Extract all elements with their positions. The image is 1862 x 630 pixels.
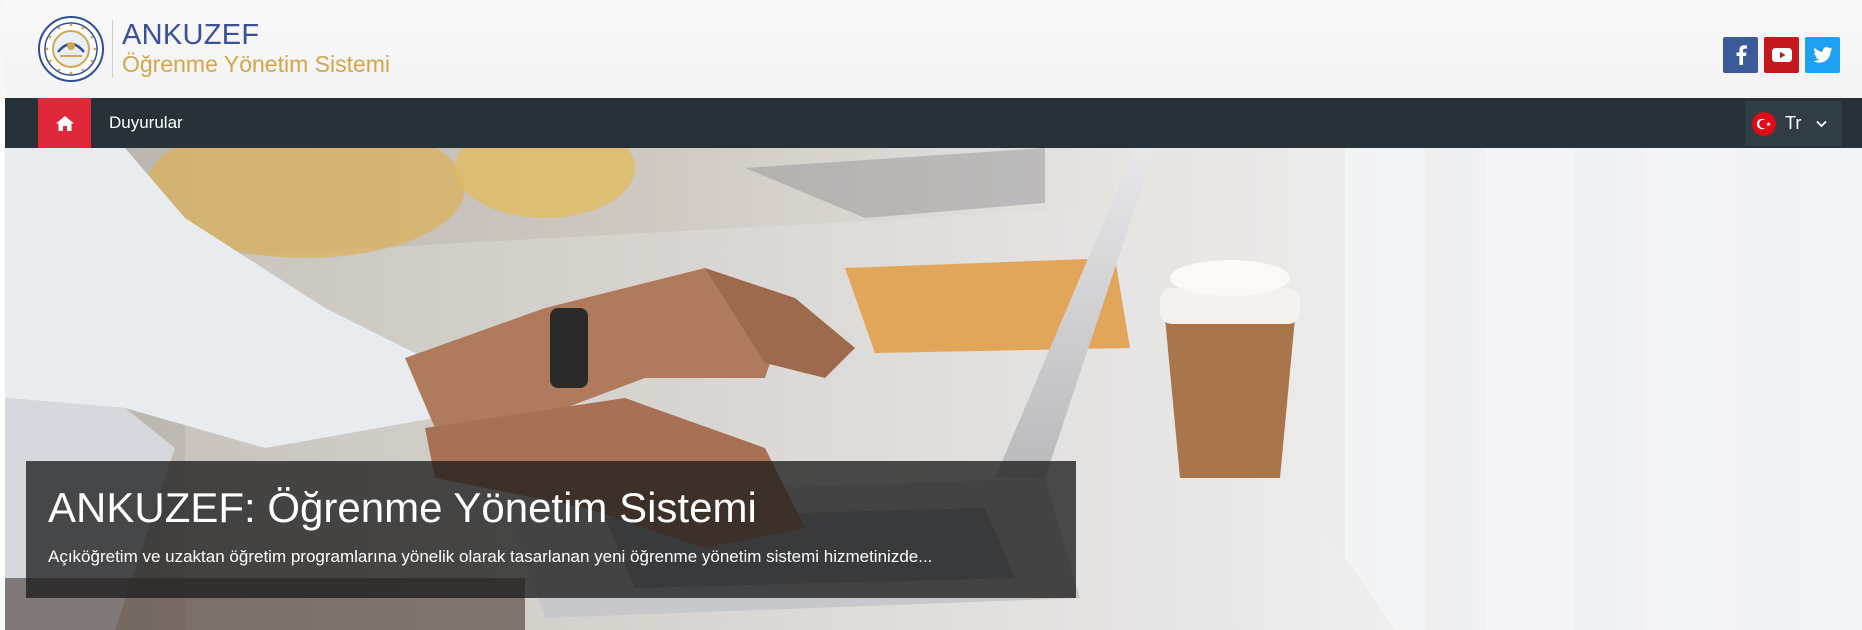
youtube-icon	[1771, 48, 1792, 62]
home-icon	[55, 115, 74, 131]
language-label: Tr	[1785, 113, 1802, 133]
brand-text: ANKUZEF Öğrenme Yönetim Sistemi	[122, 20, 390, 78]
brand-subtitle: Öğrenme Yönetim Sistemi	[122, 51, 391, 77]
twitter-icon	[1812, 47, 1833, 63]
logo-divider	[112, 20, 113, 78]
social-links	[1723, 37, 1840, 73]
page: ANKUZEF Öğrenme Yönetim Sistemi Duyurula…	[0, 0, 1862, 630]
turkey-flag-icon	[1752, 111, 1776, 136]
facebook-icon	[1736, 45, 1747, 65]
hero-title: ANKUZEF: Öğrenme Yönetim Sistemi	[48, 484, 757, 531]
youtube-button[interactable]	[1764, 37, 1799, 73]
hero-caption: ANKUZEF: Öğrenme Yönetim Sistemi Açıköğr…	[26, 461, 1076, 598]
university-seal-icon	[38, 16, 104, 82]
main-navbar: Duyurular Tr	[5, 98, 1862, 148]
site-header: ANKUZEF Öğrenme Yönetim Sistemi	[0, 0, 1862, 98]
language-selector[interactable]: Tr	[1745, 101, 1842, 146]
twitter-button[interactable]	[1805, 37, 1840, 73]
home-button[interactable]	[38, 98, 91, 148]
facebook-button[interactable]	[1723, 37, 1758, 73]
nav-item-duyurular[interactable]: Duyurular	[109, 98, 183, 148]
hero-description: Açıköğretim ve uzaktan öğretim programla…	[48, 547, 933, 566]
hero-banner: ANKUZEF: Öğrenme Yönetim Sistemi Açıköğr…	[5, 148, 1862, 630]
logo-link[interactable]: ANKUZEF Öğrenme Yönetim Sistemi	[38, 14, 390, 84]
chevron-down-icon	[1816, 120, 1827, 127]
brand-title: ANKUZEF	[122, 19, 260, 51]
